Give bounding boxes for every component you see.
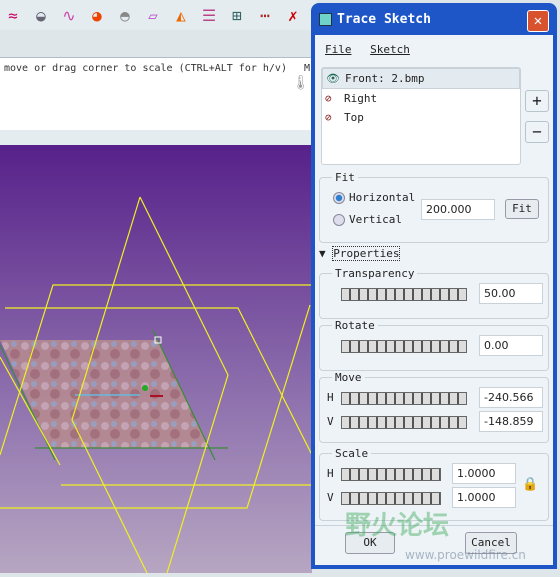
fit-value-input[interactable]: 200.000 (421, 199, 495, 220)
shape-icon[interactable]: ▱ (142, 4, 164, 26)
rotate-legend: Rotate (335, 319, 375, 332)
transparency-input[interactable]: 50.00 (479, 283, 543, 304)
scale-h-label: H (327, 467, 334, 480)
surface-icon[interactable]: ◒ (30, 4, 52, 26)
scale-h-input[interactable]: 1.0000 (452, 463, 516, 484)
move-h-input[interactable]: -240.566 (479, 387, 543, 408)
list-item[interactable]: 👁 Front: 2.bmp (322, 68, 520, 89)
message-text: move or drag corner to scale (CTRL+ALT f… (4, 63, 287, 74)
section-icon[interactable]: ☰ (198, 4, 220, 26)
menu-sketch[interactable]: Sketch (370, 43, 410, 56)
transparency-slider[interactable] (341, 288, 467, 301)
toolbar: ≈ ◒ ∿ ◕ ◓ ▱ ◭ ☰ ⊞ ⋯ ✗ (0, 0, 317, 30)
move-legend: Move (335, 371, 362, 384)
fit-button[interactable]: Fit (505, 199, 539, 219)
dialog-title: Trace Sketch (337, 12, 431, 27)
lock-icon[interactable]: 🔒 (522, 477, 538, 492)
list-item-label: Front: 2.bmp (345, 72, 425, 85)
pivot-handle[interactable] (142, 385, 148, 391)
add-button[interactable]: + (525, 90, 549, 112)
rotate-slider[interactable] (341, 340, 467, 353)
watermark-text: 野火论坛 (345, 511, 450, 541)
menu-bar: File Sketch (325, 43, 422, 56)
collapse-triangle-icon: ▼ (319, 247, 326, 260)
eye-icon[interactable]: 👁 (326, 69, 340, 88)
scale-h-slider[interactable] (341, 468, 441, 481)
list-item-label: Top (344, 111, 364, 124)
thermometer-icon: 🌡 (292, 75, 310, 91)
ruler-hide-icon[interactable]: ⋯ (254, 4, 276, 26)
dialog-titlebar[interactable]: Trace Sketch ✕ (311, 3, 557, 35)
sketch-list[interactable]: 👁 Front: 2.bmp ⊘ Right ⊘ Top (321, 67, 521, 165)
gray-surface-icon[interactable]: ◓ (114, 4, 136, 26)
delete-curve-icon[interactable]: ✗ (282, 4, 304, 26)
move-h-label: H (327, 391, 334, 404)
scale-v-label: V (327, 491, 334, 504)
ruler-save-icon[interactable]: ⊞ (226, 4, 248, 26)
move-v-slider[interactable] (341, 416, 467, 429)
rotate-input[interactable]: 0.00 (479, 335, 543, 356)
properties-label: Properties (332, 246, 401, 261)
sketch-canvas[interactable] (0, 145, 313, 574)
radio-label: Horizontal (349, 191, 416, 204)
watermark-url: www.proewildfire.cn (405, 548, 526, 562)
gradient-icon[interactable]: ◭ (170, 4, 192, 26)
list-item-label: Right (344, 92, 378, 105)
trace-sketch-dialog: Trace Sketch ✕ File Sketch 👁 Front: 2.bmp… (311, 3, 557, 569)
sketch-curve-icon[interactable]: ≈ (2, 4, 24, 26)
radio-vertical[interactable]: Vertical (333, 213, 402, 226)
radio-icon[interactable] (333, 214, 345, 226)
fit-legend: Fit (335, 171, 355, 184)
properties-toggle[interactable]: ▼ Properties (319, 246, 401, 261)
eye-hidden-icon[interactable]: ⊘ (325, 89, 332, 108)
scale-v-slider[interactable] (341, 492, 441, 505)
message-side: M (304, 63, 311, 74)
remove-button[interactable]: − (525, 121, 549, 143)
3d-viewport[interactable] (0, 145, 313, 574)
radio-horizontal[interactable]: Horizontal (333, 191, 415, 204)
close-button[interactable]: ✕ (527, 10, 549, 32)
eye-hidden-icon[interactable]: ⊘ (325, 108, 332, 127)
radio-icon[interactable] (333, 192, 345, 204)
message-area: move or drag corner to scale (CTRL+ALT f… (0, 57, 315, 131)
list-item[interactable]: ⊘ Top (322, 108, 520, 127)
move-v-input[interactable]: -148.859 (479, 411, 543, 432)
transparency-legend: Transparency (335, 267, 415, 280)
dialog-app-icon (319, 13, 332, 26)
trace-image[interactable] (0, 340, 210, 448)
color-map-icon[interactable]: ◕ (86, 4, 108, 26)
scale-legend: Scale (335, 447, 369, 460)
wave-icon[interactable]: ∿ (58, 4, 80, 26)
menu-file[interactable]: File (325, 43, 352, 56)
move-v-label: V (327, 415, 334, 428)
list-item[interactable]: ⊘ Right (322, 89, 520, 108)
move-h-slider[interactable] (341, 392, 467, 405)
scale-v-input[interactable]: 1.0000 (452, 487, 516, 508)
radio-label: Vertical (349, 213, 402, 226)
